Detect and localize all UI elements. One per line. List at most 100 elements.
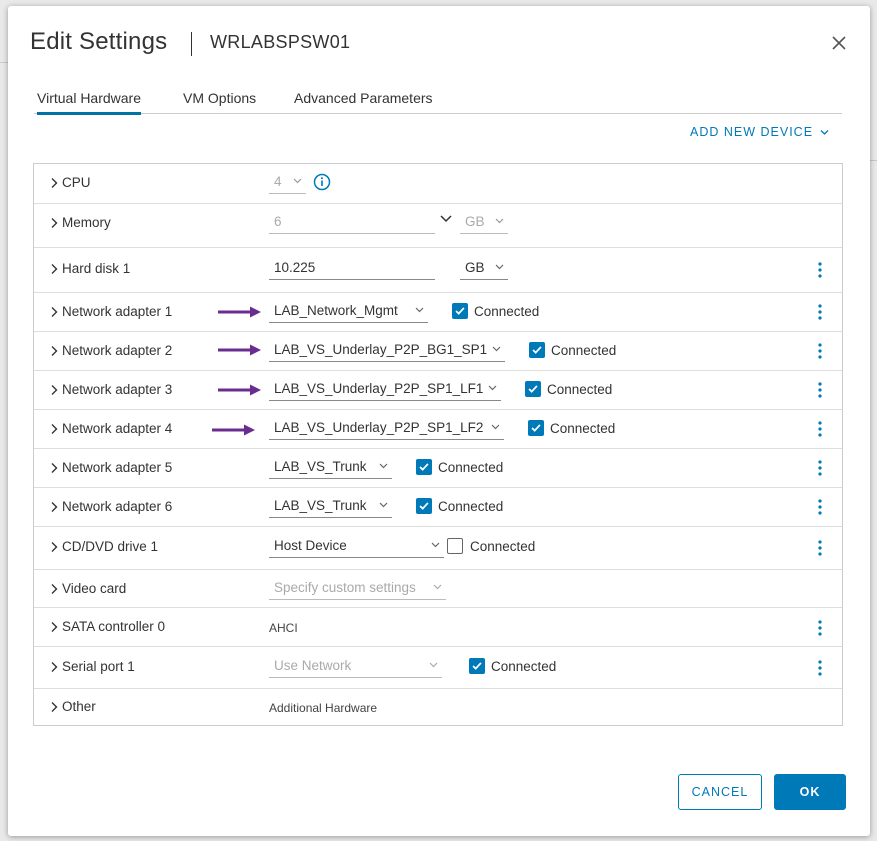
- more-actions-icon[interactable]: [816, 303, 824, 321]
- chevron-right-icon[interactable]: [49, 345, 59, 357]
- cancel-button[interactable]: CANCEL: [678, 774, 762, 810]
- chevron-down-icon: [495, 264, 504, 270]
- chevron-right-icon[interactable]: [49, 384, 59, 396]
- arrow-icon: [212, 424, 255, 436]
- more-actions-icon[interactable]: [816, 539, 824, 557]
- memory-input[interactable]: 6: [269, 212, 435, 234]
- chevron-down-icon: [431, 542, 440, 548]
- chevron-right-icon[interactable]: [49, 462, 59, 474]
- network-adapter-label: Network adapter 6: [62, 499, 173, 514]
- chevron-down-icon: [379, 502, 388, 508]
- network-adapter-label: Network adapter 2: [62, 343, 173, 358]
- network-select[interactable]: LAB_VS_Underlay_P2P_SP1_LF1: [269, 379, 501, 401]
- network-select[interactable]: LAB_VS_Underlay_P2P_SP1_LF2: [269, 418, 504, 440]
- hard-disk-size: 10.225: [274, 260, 316, 275]
- sata-value: AHCI: [269, 621, 298, 635]
- memory-label: Memory: [62, 215, 111, 230]
- network-select[interactable]: LAB_VS_Underlay_P2P_BG1_SP1: [269, 340, 505, 362]
- add-new-device-button[interactable]: ADD NEW DEVICE: [690, 125, 829, 139]
- row-network-adapter-6: Network adapter 6 LAB_VS_Trunk Connected: [34, 488, 842, 527]
- serial-port-select[interactable]: Use Network: [269, 656, 442, 678]
- connected-checkbox[interactable]: [416, 498, 432, 514]
- background-divider: [0, 62, 8, 63]
- network-select[interactable]: LAB_VS_Trunk: [269, 496, 392, 518]
- cpu-value: 4: [274, 174, 282, 189]
- connected-checkbox[interactable]: [469, 658, 485, 674]
- hard-disk-size-input[interactable]: 10.225: [269, 258, 435, 280]
- network-name: LAB_VS_Underlay_P2P_SP1_LF1: [274, 381, 484, 396]
- connected-checkbox[interactable]: [525, 381, 541, 397]
- tab-advanced-parameters[interactable]: Advanced Parameters: [294, 90, 433, 112]
- chevron-down-icon: [379, 463, 388, 469]
- cpu-select[interactable]: 4: [269, 172, 306, 194]
- edit-settings-dialog: Edit Settings WRLABSPSW01 Virtual Hardwa…: [8, 6, 870, 836]
- row-video-card: Video card Specify custom settings: [34, 570, 842, 608]
- chevron-right-icon[interactable]: [49, 177, 59, 189]
- more-actions-icon[interactable]: [816, 381, 824, 399]
- more-actions-icon[interactable]: [816, 420, 824, 438]
- more-actions-icon[interactable]: [816, 342, 824, 360]
- video-card-select[interactable]: Specify custom settings: [269, 578, 446, 600]
- other-label: Other: [62, 699, 96, 714]
- chevron-down-icon: [293, 178, 302, 184]
- row-hard-disk: Hard disk 1 10.225 GB: [34, 248, 842, 293]
- chevron-down-icon: [488, 385, 497, 391]
- connected-checkbox[interactable]: [529, 342, 545, 358]
- row-other: Other Additional Hardware: [34, 689, 842, 726]
- chevron-right-icon[interactable]: [49, 541, 59, 553]
- chevron-right-icon[interactable]: [49, 661, 59, 673]
- more-actions-icon[interactable]: [816, 459, 824, 477]
- network-adapter-label: Network adapter 5: [62, 460, 173, 475]
- chevron-right-icon[interactable]: [49, 263, 59, 275]
- chevron-right-icon[interactable]: [49, 621, 59, 633]
- network-name: LAB_VS_Underlay_P2P_SP1_LF2: [274, 420, 484, 435]
- close-icon[interactable]: [830, 34, 848, 52]
- chevron-right-icon[interactable]: [49, 701, 59, 713]
- connected-checkbox[interactable]: [528, 420, 544, 436]
- cd-dvd-select[interactable]: Host Device: [269, 536, 444, 558]
- tab-virtual-hardware[interactable]: Virtual Hardware: [37, 90, 142, 115]
- tab-vm-options[interactable]: VM Options: [183, 90, 256, 112]
- hard-disk-unit-select[interactable]: GB: [460, 258, 508, 280]
- more-actions-icon[interactable]: [816, 619, 824, 637]
- chevron-right-icon[interactable]: [49, 583, 59, 595]
- network-name: LAB_Network_Mgmt: [274, 303, 398, 318]
- chevron-down-icon: [492, 346, 501, 352]
- more-actions-icon[interactable]: [816, 261, 824, 279]
- chevron-down-icon: [820, 130, 828, 135]
- hard-disk-label: Hard disk 1: [62, 261, 131, 276]
- info-icon[interactable]: [313, 173, 331, 191]
- video-card-value: Specify custom settings: [274, 580, 416, 595]
- ok-button[interactable]: OK: [774, 774, 846, 810]
- serial-port-value: Use Network: [274, 658, 352, 673]
- chevron-right-icon[interactable]: [49, 423, 59, 435]
- connected-checkbox[interactable]: [447, 538, 463, 554]
- row-cpu: CPU 4: [34, 164, 842, 204]
- row-sata-controller: SATA controller 0 AHCI: [34, 608, 842, 647]
- arrow-icon: [218, 384, 261, 396]
- row-network-adapter-1: Network adapter 1 LAB_Network_Mgmt Conne…: [34, 293, 842, 332]
- memory-value: 6: [274, 214, 282, 229]
- chevron-right-icon[interactable]: [49, 306, 59, 318]
- connected-label: Connected: [550, 421, 616, 436]
- connected-checkbox[interactable]: [416, 459, 432, 475]
- connected-label: Connected: [474, 304, 540, 319]
- connected-checkbox[interactable]: [452, 303, 468, 319]
- connected-label: Connected: [551, 343, 617, 358]
- row-network-adapter-5: Network adapter 5 LAB_VS_Trunk Connected: [34, 449, 842, 488]
- network-select[interactable]: LAB_Network_Mgmt: [269, 301, 428, 323]
- dialog-title: Edit Settings: [30, 28, 168, 55]
- chevron-right-icon[interactable]: [49, 501, 59, 513]
- network-adapter-label: Network adapter 1: [62, 304, 173, 319]
- network-select[interactable]: LAB_VS_Trunk: [269, 457, 392, 479]
- more-actions-icon[interactable]: [816, 659, 824, 677]
- add-new-device-label: ADD NEW DEVICE: [690, 125, 814, 139]
- more-actions-icon[interactable]: [816, 498, 824, 516]
- connected-label: Connected: [470, 539, 536, 554]
- memory-unit-select[interactable]: GB: [460, 212, 508, 234]
- chevron-down-icon[interactable]: [440, 215, 452, 223]
- arrow-icon: [218, 344, 261, 356]
- chevron-down-icon: [491, 424, 500, 430]
- memory-unit: GB: [465, 214, 485, 229]
- chevron-right-icon[interactable]: [49, 217, 59, 229]
